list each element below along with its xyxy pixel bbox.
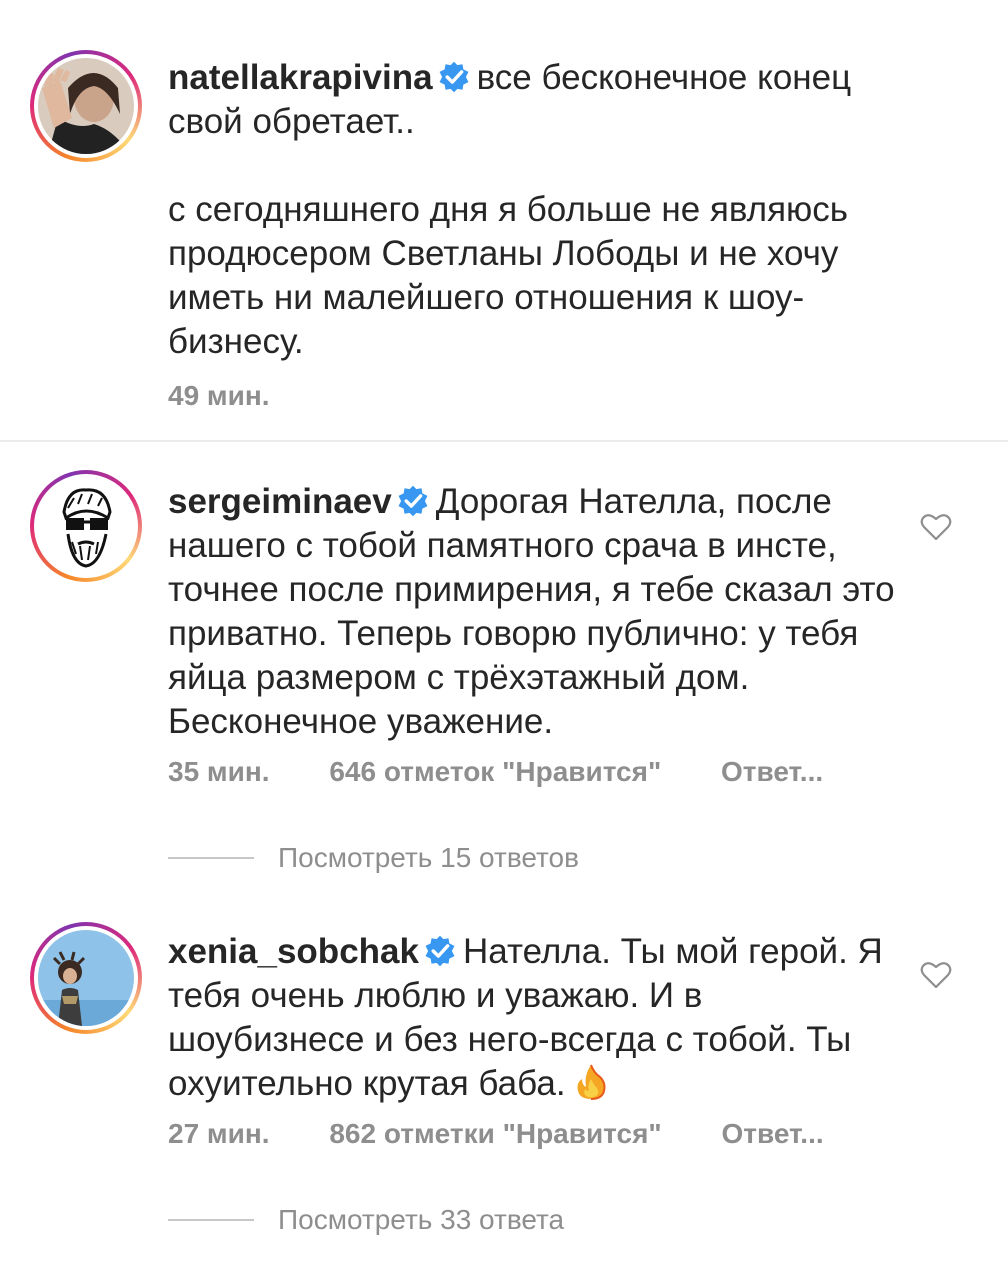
avatar[interactable] bbox=[30, 50, 142, 162]
view-replies-button[interactable]: Посмотреть 33 ответа bbox=[168, 1204, 564, 1236]
view-replies-label: Посмотреть 33 ответа bbox=[278, 1204, 565, 1235]
replies-line bbox=[168, 1219, 254, 1221]
comment-meta: 27 мин. 862 отметки "Нравится" Ответ... bbox=[168, 1118, 824, 1150]
comment-xenia-sobchak: xenia_sobchak Нателла. Ты мой герой. Я те… bbox=[0, 892, 1008, 1280]
username[interactable]: natellakrapivina bbox=[168, 58, 433, 97]
reply-button[interactable]: Ответ... bbox=[721, 756, 823, 788]
comment-meta: 49 мин. bbox=[168, 380, 270, 412]
verified-badge-icon bbox=[398, 485, 428, 517]
view-replies-label: Посмотреть 15 ответов bbox=[278, 842, 579, 873]
avatar[interactable] bbox=[30, 922, 142, 1034]
comment-text-block: natellakrapivina все бесконечное конец св… bbox=[168, 56, 908, 364]
comment-natellakrapivina: natellakrapivina все бесконечное конец св… bbox=[0, 0, 1008, 440]
reply-button[interactable]: Ответ... bbox=[722, 1118, 824, 1150]
verified-badge-icon bbox=[425, 935, 455, 967]
verified-badge-icon bbox=[439, 61, 469, 93]
heart-icon[interactable] bbox=[920, 960, 952, 990]
comment-meta: 35 мин. 646 отметок "Нравится" Ответ... bbox=[168, 756, 823, 788]
replies-line bbox=[168, 857, 254, 859]
comment-text-block: xenia_sobchak Нателла. Ты мой герой. Я те… bbox=[168, 930, 898, 1106]
view-replies-button[interactable]: Посмотреть 15 ответов bbox=[168, 842, 579, 874]
comment-text-continued: с сегодняшнего дня я больше не являюсь п… bbox=[168, 190, 858, 361]
likes-count[interactable]: 862 отметки "Нравится" bbox=[329, 1118, 661, 1150]
timestamp: 27 мин. bbox=[168, 1118, 270, 1149]
timestamp: 49 мин. bbox=[168, 380, 270, 411]
comment-text-block: sergeiminaev Дорогая Нателла, после нашег… bbox=[168, 480, 908, 744]
username[interactable]: xenia_sobchak bbox=[168, 932, 419, 971]
avatar[interactable] bbox=[30, 470, 142, 582]
heart-icon[interactable] bbox=[920, 512, 952, 542]
likes-count[interactable]: 646 отметок "Нравится" bbox=[329, 756, 661, 788]
comment-sergeiminaev: sergeiminaev Дорогая Нателла, после нашег… bbox=[0, 442, 1008, 892]
timestamp: 35 мин. bbox=[168, 756, 270, 787]
fire-icon bbox=[577, 1064, 606, 1100]
username[interactable]: sergeiminaev bbox=[168, 482, 392, 521]
